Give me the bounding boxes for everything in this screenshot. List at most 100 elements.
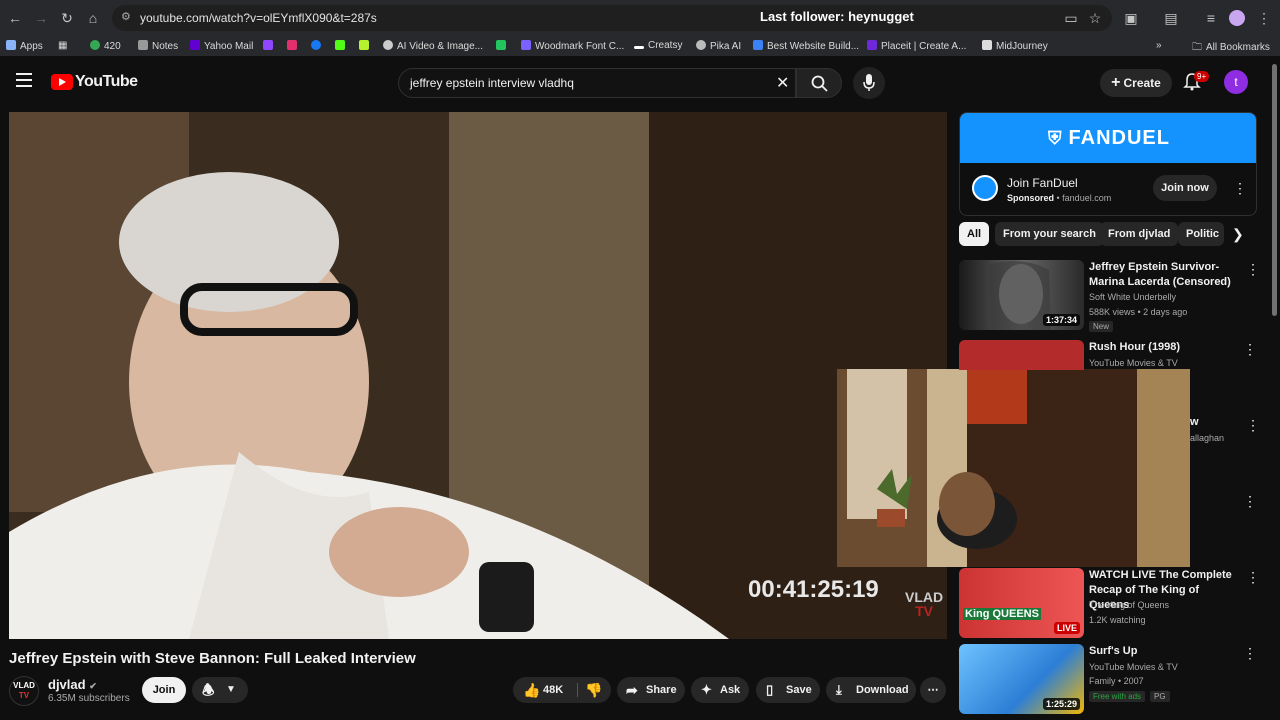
rec-channel[interactable]: YouTube Movies & TV xyxy=(1089,662,1178,672)
rec-title[interactable]: Rush Hour (1998) xyxy=(1089,340,1239,355)
chip-from-your-search[interactable]: From your search xyxy=(995,222,1104,246)
all-bookmarks[interactable]: 🗀 All Bookmarks xyxy=(1192,40,1270,57)
bookmark-pika[interactable]: Pika AI xyxy=(696,40,741,52)
rec-channel[interactable]: Soft White Underbelly xyxy=(1089,292,1176,302)
address-bar[interactable]: ⚙ youtube.com/watch?v=olEYmflX090&t=287s xyxy=(112,5,1112,31)
save-label: Save xyxy=(786,684,812,696)
chip-from-djvlad[interactable]: From djvlad xyxy=(1100,222,1179,246)
account-avatar[interactable]: t xyxy=(1224,70,1248,94)
more-actions-button[interactable]: ⋯ xyxy=(920,677,946,703)
bookmark-star-icon[interactable]: ☆ xyxy=(1086,9,1104,27)
reading-list-icon[interactable]: ≡ xyxy=(1202,9,1220,27)
sponsored-ad-card[interactable]: ⛨ FANDUEL Join FanDuel Sponsored • fandue… xyxy=(959,112,1257,216)
create-button[interactable]: + Create xyxy=(1100,69,1172,97)
voice-search-button[interactable] xyxy=(853,67,885,99)
fanduel-shield-icon: ⛨ xyxy=(1048,128,1063,148)
search-input[interactable]: jeffrey epstein interview vladhq ✕ xyxy=(398,68,796,98)
join-button[interactable]: Join xyxy=(142,677,186,703)
chip-all[interactable]: All xyxy=(959,222,990,246)
d-icon[interactable] xyxy=(359,40,373,52)
share-button[interactable]: ➦ Share xyxy=(617,677,685,703)
save-button[interactable]: ▯ Save xyxy=(756,677,820,703)
like-icon[interactable]: 👍 xyxy=(523,677,540,703)
twitch-icon[interactable] xyxy=(263,40,277,52)
youtube-logo-icon[interactable] xyxy=(51,74,73,90)
search-button[interactable] xyxy=(796,68,842,98)
like-count[interactable]: 48K xyxy=(543,677,563,703)
rec-menu-icon[interactable]: ⋮ xyxy=(1243,646,1257,660)
url-text: youtube.com/watch?v=olEYmflX090&t=287s xyxy=(140,11,377,25)
partial-rec-title: w xyxy=(1190,416,1199,428)
cast-icon[interactable]: ▭ xyxy=(1062,9,1080,27)
bookmark-notes[interactable]: Notes xyxy=(138,40,178,52)
bookmark-midjourney[interactable]: MidJourney xyxy=(982,40,1048,52)
bolt-icon[interactable] xyxy=(496,40,510,52)
bookmark-apps[interactable]: Apps xyxy=(6,40,43,52)
bookmark-420[interactable]: 420 xyxy=(90,40,121,52)
placeit-icon xyxy=(867,40,877,50)
rec-menu-icon[interactable]: ⋮ xyxy=(1246,570,1260,584)
ad-menu-icon[interactable]: ⋮ xyxy=(1233,181,1247,195)
page-scrollbar[interactable] xyxy=(1272,64,1277,316)
profile-icon[interactable] xyxy=(1229,10,1245,26)
video-player[interactable] xyxy=(9,112,947,639)
rec-thumbnail[interactable]: 1:25:29 xyxy=(959,644,1084,714)
tab-search-icon[interactable]: ▤ xyxy=(1162,9,1180,27)
rec-thumbnail[interactable] xyxy=(959,340,1084,370)
back-icon[interactable]: ← xyxy=(6,9,24,27)
share-icon: ➦ xyxy=(626,682,638,698)
ask-button[interactable]: ✦ Ask xyxy=(691,677,749,703)
bookmark-placeit[interactable]: Placeit | Create A... xyxy=(867,40,966,52)
hamburger-menu-icon[interactable] xyxy=(16,73,32,87)
rec-thumbnail[interactable]: 1:37:34 xyxy=(959,260,1084,330)
rec-thumbnail[interactable]: King QUEENS LIVE xyxy=(959,568,1084,638)
reload-icon[interactable]: ↻ xyxy=(58,9,76,27)
bell-icon: 🕭 xyxy=(202,682,215,698)
rec-menu-icon[interactable]: ⋮ xyxy=(1243,342,1257,356)
rec-title[interactable]: Surf's Up xyxy=(1089,644,1239,659)
extensions-icon[interactable]: ▣ xyxy=(1122,9,1140,27)
subscription-bell-button[interactable]: 🕭 ▼ xyxy=(192,677,248,703)
download-button[interactable]: ⤓ Download xyxy=(826,677,916,703)
kick-icon[interactable] xyxy=(335,40,349,52)
dislike-icon[interactable]: 👎 xyxy=(585,677,602,703)
chevron-right-icon[interactable]: ❯ xyxy=(1232,226,1244,243)
rec-menu-icon[interactable]: ⋮ xyxy=(1246,418,1260,432)
openai-icon xyxy=(383,40,393,50)
facebook-icon[interactable] xyxy=(311,40,325,52)
rec-menu-icon[interactable]: ⋮ xyxy=(1246,262,1260,276)
more-bookmarks-icon[interactable]: » xyxy=(1156,40,1162,51)
menu-dots-icon[interactable]: ⋮ xyxy=(1255,9,1273,27)
bookmark-ai-video[interactable]: AI Video & Image... xyxy=(383,40,483,52)
browser-toolbar: ← → ↻ ⌂ ⚙ youtube.com/watch?v=olEYmflX09… xyxy=(0,0,1280,36)
rec-title[interactable]: Jeffrey Epstein Survivor-Marina Lacerda … xyxy=(1089,260,1239,290)
bookmark-creatsy[interactable]: Creatsy xyxy=(634,40,682,51)
fanduel-logo-icon xyxy=(972,175,998,201)
vlad-tv-watermark: VLAD TV xyxy=(905,590,943,618)
video-timecode-overlay: 00:41:25:19 xyxy=(748,576,879,603)
channel-avatar-line1: VLAD xyxy=(13,681,35,690)
verified-icon: ✔ xyxy=(89,681,97,691)
chip-politics[interactable]: Politic xyxy=(1178,222,1224,246)
forward-icon[interactable]: → xyxy=(32,9,50,27)
duration-badge: 1:37:34 xyxy=(1042,314,1080,326)
sponsored-label: Sponsored xyxy=(1007,193,1055,203)
rec-channel[interactable]: YouTube Movies & TV xyxy=(1089,358,1178,368)
site-info-icon[interactable]: ⚙ xyxy=(121,10,131,23)
rec-menu-icon[interactable]: ⋮ xyxy=(1243,494,1257,508)
rec-channel[interactable]: The King of Queens xyxy=(1089,600,1169,610)
bookmark-website-builder[interactable]: Best Website Build... xyxy=(753,40,859,52)
youtube-logo-text[interactable]: YouTube xyxy=(75,73,138,91)
bookmark-woodmark[interactable]: Woodmark Font C... xyxy=(521,40,624,52)
channel-name[interactable]: djvlad ✔ xyxy=(48,677,97,692)
thumbnail-label: King QUEENS xyxy=(963,608,1041,620)
bookmark-yahoo-mail[interactable]: Yahoo Mail xyxy=(190,40,253,52)
home-icon[interactable]: ⌂ xyxy=(84,9,102,27)
fanduel-banner-text: FANDUEL xyxy=(1068,127,1170,149)
grid-icon[interactable]: ▦ xyxy=(58,40,67,51)
channel-avatar[interactable]: VLAD TV xyxy=(9,676,39,706)
join-now-button[interactable]: Join now xyxy=(1153,175,1217,201)
instagram-icon[interactable] xyxy=(287,40,301,52)
clear-search-icon[interactable]: ✕ xyxy=(776,73,789,93)
fanduel-banner[interactable]: ⛨ FANDUEL xyxy=(960,113,1256,163)
